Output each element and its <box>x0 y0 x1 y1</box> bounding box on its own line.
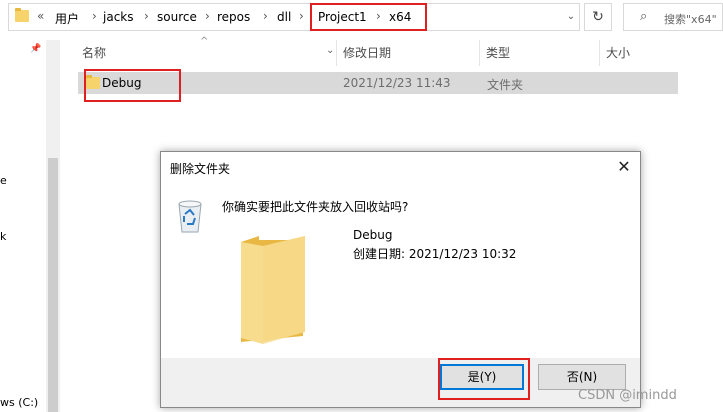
refresh-icon: ↻ <box>592 9 604 25</box>
column-divider[interactable] <box>599 40 600 66</box>
large-folder-icon <box>241 236 305 344</box>
watermark: CSDN @imindd <box>578 388 677 403</box>
annotation-highlight-path <box>310 3 427 31</box>
address-bar[interactable]: « 用户 › jacks › source › repos › dll › Pr… <box>8 3 580 31</box>
dialog-question: 你确实要把此文件夹放入回收站吗? <box>222 200 409 214</box>
delete-folder-dialog: 删除文件夹 ✕ 你确实要把此文件夹放入回收站吗? Debug 创建日期: 202… <box>160 151 641 408</box>
item-created-date: 创建日期: 2021/12/23 10:32 <box>353 247 517 261</box>
nav-item-drive-c[interactable]: ws (C:) <box>0 396 38 409</box>
column-divider[interactable] <box>479 40 480 66</box>
folder-icon <box>15 8 29 22</box>
overflow-chevron-icon[interactable]: « <box>37 9 44 23</box>
breadcrumb-jacks[interactable]: jacks <box>103 10 134 24</box>
breadcrumb-separator: › <box>299 9 304 23</box>
recycle-bin-icon <box>178 200 202 233</box>
breadcrumb-repos[interactable]: repos <box>217 10 250 24</box>
column-divider[interactable] <box>336 40 337 66</box>
item-name: Debug <box>353 228 393 242</box>
column-filter-chevron-icon[interactable]: ⌄ <box>326 45 334 56</box>
close-icon[interactable]: ✕ <box>612 156 636 178</box>
search-placeholder: 搜索"x64" <box>664 13 717 26</box>
file-type: 文件夹 <box>487 78 524 92</box>
breadcrumb-separator: › <box>144 9 149 23</box>
pin-icon[interactable]: 📌 <box>30 44 41 54</box>
search-icon: ⌕ <box>640 9 648 24</box>
breadcrumb-separator: › <box>92 9 97 23</box>
breadcrumb-dll[interactable]: dll <box>277 10 291 24</box>
column-header-size[interactable]: 大小 <box>606 40 630 66</box>
breadcrumb-separator: › <box>205 9 210 23</box>
annotation-highlight-yes <box>438 358 530 400</box>
refresh-button[interactable]: ↻ <box>584 3 612 31</box>
breadcrumb-source[interactable]: source <box>157 10 197 24</box>
column-header-type[interactable]: 类型 <box>486 40 510 66</box>
sort-ascending-icon: ^ <box>200 36 209 47</box>
column-header-name[interactable]: 名称 <box>82 40 106 66</box>
file-modified: 2021/12/23 11:43 <box>343 76 451 90</box>
dialog-titlebar[interactable]: 删除文件夹 ✕ <box>161 152 640 182</box>
dialog-title: 删除文件夹 <box>170 162 231 176</box>
nav-item-fragment[interactable]: e <box>0 174 7 187</box>
nav-item-fragment[interactable]: k <box>0 230 6 243</box>
dialog-body: 你确实要把此文件夹放入回收站吗? Debug 创建日期: 2021/12/23 … <box>161 182 640 358</box>
column-header-modified[interactable]: 修改日期 <box>343 40 391 66</box>
address-dropdown-icon[interactable]: ⌄ <box>565 11 577 23</box>
breadcrumb-separator: › <box>263 9 268 23</box>
nav-scrollbar-thumb[interactable] <box>48 158 58 412</box>
breadcrumb-users[interactable]: 用户 <box>55 10 79 27</box>
annotation-highlight-debug <box>84 69 181 102</box>
no-button[interactable]: 否(N) <box>538 364 626 390</box>
search-input[interactable]: ⌕ 搜索"x64" <box>623 3 723 31</box>
